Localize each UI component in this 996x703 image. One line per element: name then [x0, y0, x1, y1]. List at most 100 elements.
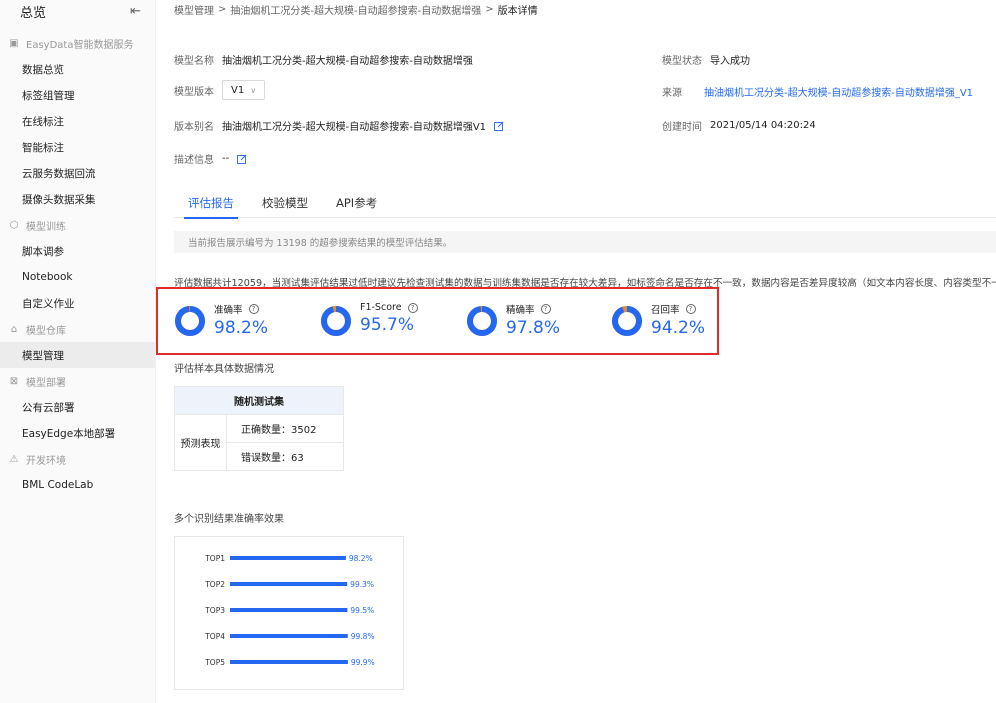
metric-card: 精确率? 97.8%	[466, 302, 560, 342]
model-status-value: 导入成功	[710, 56, 750, 67]
table-row: 随机测试集	[174, 386, 344, 415]
version-alias-label: 版本别名	[174, 122, 214, 133]
bar-value-label: 99.8%	[351, 632, 375, 641]
sidebar-group: ⚠ 开发环境	[0, 446, 155, 472]
sidebar-item[interactable]: 脚本调参	[0, 238, 155, 264]
source-row: 来源 抽油烟机工况分类-超大规模-自动超参搜索-自动数据增强_V1	[662, 84, 973, 99]
metric-title: 精确率?	[506, 302, 560, 316]
bar-value-label: 98.2%	[349, 554, 373, 563]
model-status-label: 模型状态	[662, 56, 702, 67]
metric-title-label: 精确率	[506, 305, 535, 316]
breadcrumb-current: 版本详情	[497, 5, 538, 17]
database-icon: ▣	[9, 37, 19, 49]
sidebar-item[interactable]: 标签组管理	[0, 82, 155, 108]
breadcrumb-model-name[interactable]: 抽油烟机工况分类-超大规模-自动超参搜索-自动数据增强	[230, 2, 481, 17]
help-icon[interactable]: ?	[407, 302, 418, 313]
sidebar-group-label: 模型训练	[26, 221, 66, 233]
metric-value: 94.2%	[651, 318, 706, 338]
description-row: 描述信息 --	[174, 151, 247, 166]
bar-category-label: TOP5	[204, 658, 225, 667]
metric-text: F1-Score? 95.7%	[360, 302, 418, 342]
sidebar-group: ▣ EasyData智能数据服务	[0, 30, 155, 56]
breadcrumb-model-management[interactable]: 模型管理	[174, 2, 214, 17]
topk-chart-box: TOP1 98.2% TOP2 99.3% TOP3 99.5% TOP4 99.8% TOP5…	[174, 536, 404, 690]
source-label: 来源	[662, 88, 682, 99]
sidebar-item[interactable]: 云服务数据回流	[0, 160, 155, 186]
model-status-row: 模型状态 导入成功	[662, 52, 750, 67]
main-content: 模型管理 > 抽油烟机工况分类-超大规模-自动超参搜索-自动数据增强 > 版本详…	[156, 0, 996, 703]
sidebar-item[interactable]: Notebook	[0, 264, 155, 290]
sidebar-group-label: EasyData智能数据服务	[26, 39, 134, 51]
sidebar-item[interactable]: 公有云部署	[0, 394, 155, 420]
sidebar-item[interactable]: EasyEdge本地部署	[0, 420, 155, 446]
sample-table-header: 随机测试集	[174, 386, 344, 415]
tab-evaluation-report[interactable]: 评估报告	[174, 188, 248, 219]
prediction-label: 预测表现	[174, 414, 227, 471]
sample-section-title: 评估样本具体数据情况	[174, 364, 274, 375]
help-icon[interactable]: ?	[248, 304, 259, 314]
bar-category-label: TOP3	[204, 606, 225, 615]
metric-ring	[321, 306, 351, 336]
edit-description-icon[interactable]	[237, 154, 247, 164]
sidebar-item[interactable]: 在线标注	[0, 108, 155, 134]
sidebar-item[interactable]: 模型管理	[0, 342, 155, 368]
model-name-value: 抽油烟机工况分类-超大规模-自动超参搜索-自动数据增强	[222, 56, 473, 67]
metric-card: 准确率? 98.2%	[174, 302, 268, 342]
metric-title: 准确率?	[214, 302, 268, 316]
metric-title: 召回率?	[651, 302, 705, 316]
bar	[230, 634, 348, 638]
sidebar-item[interactable]: 数据总览	[0, 56, 155, 82]
metric-ring-value	[467, 306, 497, 336]
version-alias-row: 版本别名 抽油烟机工况分类-超大规模-自动超参搜索-自动数据增强V1	[174, 118, 504, 133]
sidebar-group: ⊠ 模型部署	[0, 368, 155, 394]
sidebar-item[interactable]: 摄像头数据采集	[0, 186, 155, 212]
bar	[230, 582, 348, 586]
metric-ring-value	[175, 306, 205, 336]
sidebar-group-label: 模型部署	[26, 377, 66, 389]
collapse-menu-icon[interactable]: ⇤	[130, 4, 141, 19]
created-time-row: 创建时间 2021/05/14 04:20:24	[662, 118, 816, 133]
metric-title-label: 召回率	[651, 305, 680, 316]
version-select-value: V1	[231, 84, 245, 96]
flask-icon: ⚠	[9, 453, 19, 465]
sidebar-item[interactable]: 智能标注	[0, 134, 155, 160]
version-select[interactable]: V1 ∨	[222, 80, 266, 100]
metric-ring	[612, 306, 642, 336]
help-icon[interactable]: ?	[685, 304, 696, 314]
sidebar: 总览 ⇤ ▣ EasyData智能数据服务数据总览 标签组管理 在线标注 智能标注 云服务…	[0, 0, 156, 703]
breadcrumb-separator: >	[218, 3, 227, 15]
sidebar-group-label: 开发环境	[26, 455, 66, 467]
sidebar-header: 总览 ⇤	[0, 0, 155, 22]
help-icon[interactable]: ?	[540, 304, 551, 314]
cube-icon: ⬡	[9, 219, 19, 231]
sidebar-item[interactable]: BML CodeLab	[0, 472, 155, 498]
bar	[230, 608, 348, 612]
bar-value-label: 99.3%	[350, 580, 374, 589]
report-notice: 当前报告展示编号为 13198 的超参搜索结果的模型评估结果。	[174, 231, 996, 253]
tab-validate-model[interactable]: 校验模型	[248, 188, 322, 218]
model-version-label: 模型版本	[174, 86, 214, 98]
version-alias-value: 抽油烟机工况分类-超大规模-自动超参搜索-自动数据增强V1	[222, 122, 487, 133]
sidebar-group-label: 模型仓库	[26, 325, 66, 337]
wrong-count: 错误数量：63	[226, 442, 344, 471]
sidebar-title[interactable]: 总览	[20, 2, 46, 21]
sidebar-nav: ▣ EasyData智能数据服务数据总览 标签组管理 在线标注 智能标注 云服务数据回流摄…	[0, 30, 155, 498]
sidebar-item[interactable]: 自定义作业	[0, 290, 155, 316]
metric-text: 精确率? 97.8%	[506, 302, 560, 342]
correct-count: 正确数量：3502	[226, 414, 344, 443]
breadcrumb: 模型管理 > 抽油烟机工况分类-超大规模-自动超参搜索-自动数据增强 > 版本详…	[174, 2, 538, 17]
model-version-row: 模型版本 V1 ∨	[174, 80, 266, 100]
topk-bar-chart: TOP1 98.2% TOP2 99.3% TOP3 99.5% TOP4 99.8% TOP5…	[204, 554, 375, 667]
metric-ring	[467, 306, 497, 336]
metric-value: 98.2%	[214, 318, 269, 338]
edit-alias-icon[interactable]	[494, 121, 504, 131]
metric-value: 97.8%	[506, 318, 561, 338]
description-value: --	[222, 153, 230, 164]
model-name-row: 模型名称 抽油烟机工况分类-超大规模-自动超参搜索-自动数据增强	[174, 52, 473, 67]
tab-api-reference[interactable]: API参考	[322, 188, 391, 218]
metric-ring-value	[612, 306, 642, 336]
metric-card: 召回率? 94.2%	[611, 302, 705, 342]
source-link[interactable]: 抽油烟机工况分类-超大规模-自动超参搜索-自动数据增强_V1	[704, 84, 973, 99]
bar-category-label: TOP4	[204, 632, 225, 641]
warehouse-icon: ⌂	[10, 323, 18, 335]
